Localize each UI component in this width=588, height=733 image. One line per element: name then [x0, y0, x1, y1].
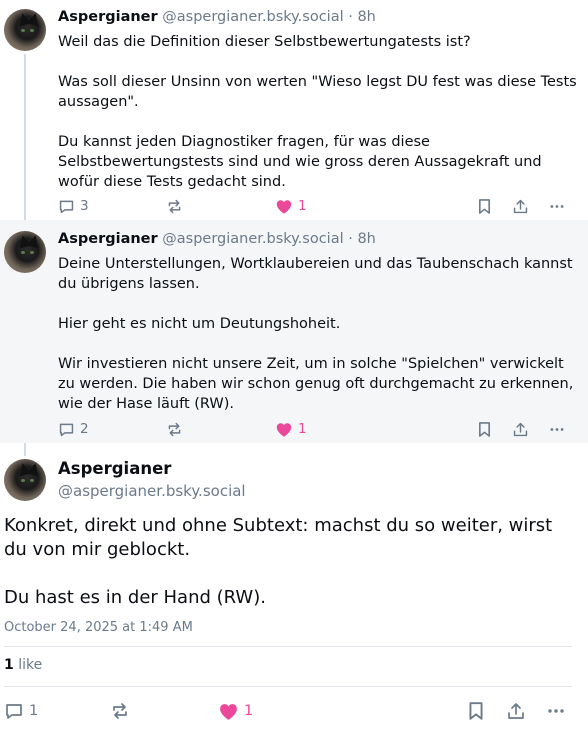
reply-button[interactable]: 1	[4, 700, 38, 722]
post-paragraph: Wir investieren nicht unsere Zeit, um in…	[58, 356, 574, 412]
post-actions: 2 1	[58, 418, 574, 440]
like-count: 1	[298, 421, 307, 437]
post-text: Weil das die Definition dieser Selbstbew…	[58, 32, 578, 192]
main-post-text: Konkret, direkt und ohne Subtext: machst…	[4, 514, 579, 610]
post-text: Deine Unterstellungen, Wortklaubereien u…	[58, 254, 578, 414]
author-name[interactable]: Aspergianer	[58, 231, 158, 247]
heart-icon	[220, 703, 237, 720]
post-paragraph: Deine Unterstellungen, Wortklaubereien u…	[58, 256, 573, 292]
bookmark-button[interactable]	[477, 418, 492, 440]
repost-icon	[168, 422, 181, 436]
more-icon	[550, 427, 564, 431]
thread-post[interactable]: Aspergianer @aspergianer.bsky.social · 8…	[0, 0, 588, 220]
bookmark-icon	[479, 421, 490, 437]
post-paragraph: Was soll dieser Unsinn von werten "Wieso…	[58, 74, 577, 110]
avatar[interactable]	[4, 231, 46, 273]
bookmark-icon	[469, 702, 483, 720]
repost-button[interactable]	[110, 700, 130, 722]
post-paragraph: Weil das die Definition dieser Selbstbew…	[58, 34, 471, 50]
post-paragraph: Hier geht es nicht um Deutungshoheit.	[58, 316, 341, 332]
bookmark-icon	[479, 198, 490, 214]
main-post-actions: 1 1	[4, 700, 572, 722]
repost-icon	[168, 199, 181, 213]
share-icon	[513, 422, 528, 436]
reply-button[interactable]: 2	[58, 418, 89, 440]
like-count: 1	[244, 703, 254, 719]
share-icon	[508, 703, 524, 719]
reply-icon	[59, 423, 74, 436]
post-header: Aspergianer @aspergianer.bsky.social · 8…	[58, 231, 376, 247]
more-icon	[548, 709, 564, 713]
repost-button[interactable]	[166, 195, 183, 217]
divider	[4, 646, 572, 647]
repost-button[interactable]	[166, 418, 183, 440]
more-button[interactable]	[548, 418, 566, 440]
like-total: 1	[4, 657, 14, 673]
reply-icon	[59, 200, 74, 213]
more-button[interactable]	[545, 700, 567, 722]
post-header: Aspergianer @aspergianer.bsky.social · 8…	[58, 9, 376, 25]
avatar[interactable]	[4, 459, 46, 501]
like-label: like	[18, 657, 43, 673]
share-button[interactable]	[512, 195, 529, 217]
bookmark-button[interactable]	[467, 700, 485, 722]
author-handle[interactable]: @aspergianer.bsky.social	[162, 231, 343, 247]
post-date[interactable]: October 24, 2025 at 1:49 AM	[4, 620, 193, 635]
author-name[interactable]: Aspergianer	[58, 459, 171, 478]
heart-icon	[276, 422, 292, 437]
like-button[interactable]: 1	[218, 700, 253, 722]
heart-icon	[276, 199, 292, 214]
post-time[interactable]: · 8h	[348, 9, 376, 25]
author-handle[interactable]: @aspergianer.bsky.social	[58, 482, 246, 500]
more-icon	[550, 204, 564, 208]
author-handle[interactable]: @aspergianer.bsky.social	[162, 9, 343, 25]
share-button[interactable]	[506, 700, 526, 722]
avatar[interactable]	[4, 9, 46, 51]
reply-count: 2	[80, 421, 89, 437]
bookmark-button[interactable]	[477, 195, 492, 217]
share-button[interactable]	[512, 418, 529, 440]
thread-post[interactable]: Aspergianer @aspergianer.bsky.social · 8…	[0, 220, 588, 443]
post-actions: 3 1	[58, 195, 574, 217]
post-time[interactable]: · 8h	[348, 231, 376, 247]
like-count: 1	[298, 198, 307, 214]
post-paragraph: Du kannst jeden Diagnostiker fragen, für…	[58, 134, 542, 190]
share-icon	[513, 199, 528, 213]
reply-count: 1	[29, 703, 39, 719]
like-button[interactable]: 1	[275, 195, 307, 217]
reply-icon	[6, 704, 22, 719]
more-button[interactable]	[548, 195, 566, 217]
post-paragraph: Konkret, direkt und ohne Subtext: machst…	[4, 515, 553, 560]
author-name[interactable]: Aspergianer	[58, 9, 158, 25]
like-button[interactable]: 1	[275, 418, 307, 440]
post-paragraph: Du hast es in der Hand (RW).	[4, 587, 266, 608]
reply-button[interactable]: 3	[58, 195, 89, 217]
like-summary[interactable]: 1 like	[4, 657, 42, 673]
divider	[4, 686, 572, 687]
reply-count: 3	[80, 198, 89, 214]
repost-icon	[113, 703, 127, 719]
